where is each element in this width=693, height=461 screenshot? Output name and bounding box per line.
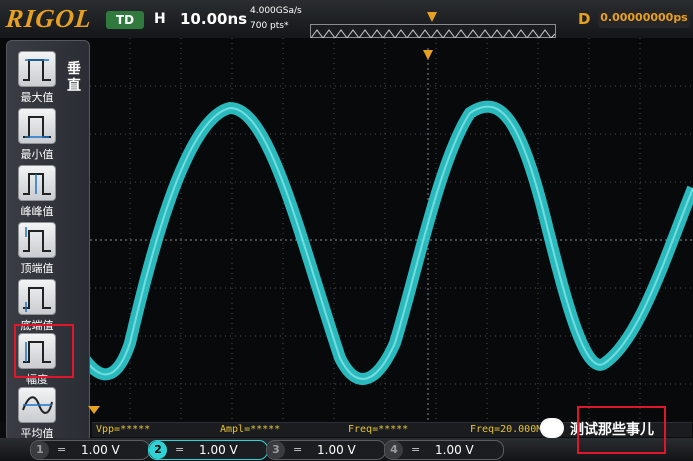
menu-item-label: 顶端值 [20,262,54,275]
menu-title: 垂直 [67,61,81,94]
channel-number: 4 [385,441,403,459]
channel-coupling: = [293,443,303,456]
channel-coupling: = [175,443,185,456]
menu-item-label: 最大值 [20,91,54,104]
channel-2-status[interactable]: 2 = 1.00 V [148,440,268,460]
timebase-value[interactable]: 10.00ns [180,10,247,28]
selected-item-highlight [14,324,74,378]
measurement-freq: Freq=***** [348,424,409,435]
average-icon [18,387,56,423]
menu-item-average[interactable]: 平均值 [11,387,61,443]
menu-item-max[interactable]: 最大值 [11,51,61,107]
trigger-position-marker[interactable] [427,12,437,22]
menu-item-top[interactable]: 顶端值 [11,222,61,278]
max-icon [18,51,56,87]
measure-side-menu: 垂直 最大值 最小值 峰峰值 顶端值 底端值 幅度 平均值 [6,40,90,442]
menu-item-peak-peak[interactable]: 峰峰值 [11,165,61,221]
menu-item-label: 最小值 [20,148,54,161]
channel-4-status[interactable]: 4 = 1.00 V [384,440,504,460]
channel-coupling: = [57,443,67,456]
min-icon [18,108,56,144]
channel-scale: 1.00 V [317,443,356,457]
channel-scale: 1.00 V [81,443,120,457]
channel-number: 3 [267,441,285,459]
peak-peak-icon [18,165,56,201]
horizontal-label: H [154,11,166,27]
menu-item-label: 峰峰值 [20,205,54,218]
wechat-icon [540,418,564,438]
channel-3-status[interactable]: 3 = 1.00 V [266,440,386,460]
memory-depth: 700 pts* [250,21,289,31]
channel-coupling: = [411,443,421,456]
watermark-highlight [577,406,666,454]
base-icon [18,279,56,315]
sample-rate: 4.000GSa/s [250,6,302,16]
measurement-vpp: Vpp=***** [96,424,151,435]
status-bar: RIGOL TD H 10.00ns 4.000GSa/s 700 pts* D… [0,0,693,39]
channel-scale: 1.00 V [199,443,238,457]
measurement-ampl: Ampl=***** [220,424,281,435]
measurement-freq-ch2: Freq=20.000M [470,424,543,435]
brand-logo: RIGOL [4,4,94,33]
trigger-mode-badge[interactable]: TD [106,11,144,29]
memory-overview [310,24,556,39]
top-icon [18,222,56,258]
menu-item-min[interactable]: 最小值 [11,108,61,164]
channel-number: 2 [149,441,167,459]
channel-number: 1 [31,441,49,459]
waveform-display [0,38,693,422]
channel-ground-marker[interactable] [88,406,100,414]
delay-value[interactable]: 0.00000000ps [598,8,690,28]
delay-label: D [578,10,591,28]
channel-scale: 1.00 V [435,443,474,457]
channel-1-status[interactable]: 1 = 1.00 V [30,440,150,460]
